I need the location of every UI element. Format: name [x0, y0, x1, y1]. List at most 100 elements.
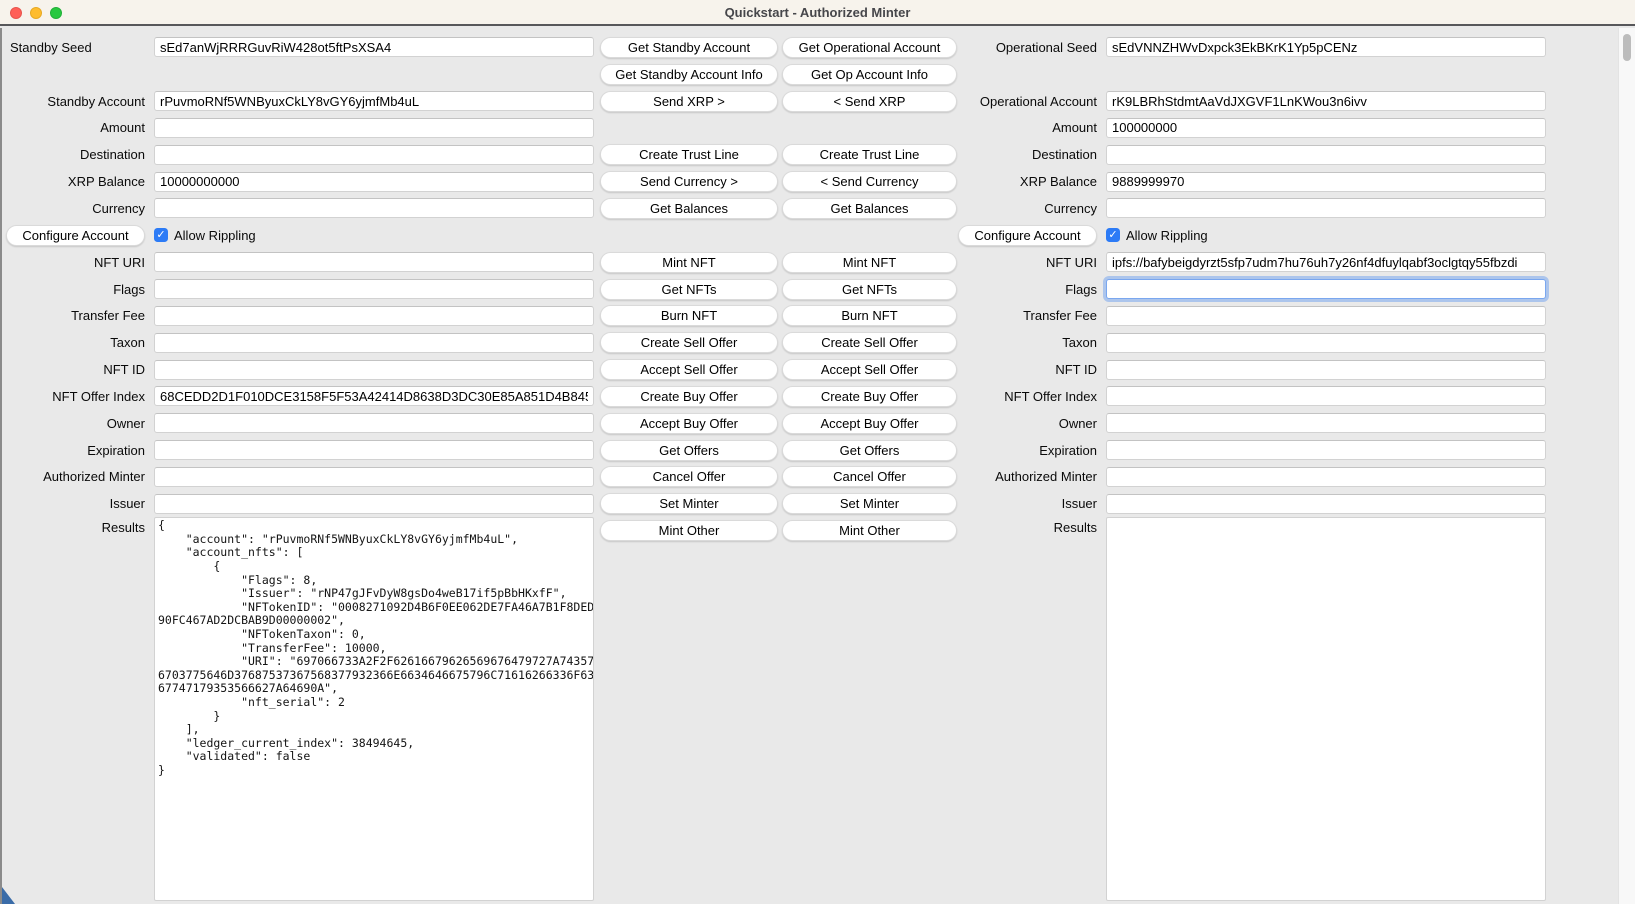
standby-get-offers-button[interactable]: Get Offers — [600, 440, 778, 461]
operational-flags-input[interactable] — [1106, 279, 1546, 299]
operational-account-input[interactable] — [1106, 91, 1546, 111]
operational-allow-rippling-checkbox[interactable]: ✓ — [1106, 228, 1120, 242]
operational-get-offers-button[interactable]: Get Offers — [782, 440, 957, 461]
operational-set-minter-button[interactable]: Set Minter — [782, 493, 957, 514]
operational-taxon-label: Taxon — [1062, 335, 1097, 350]
get-standby-account-button[interactable]: Get Standby Account — [600, 37, 778, 58]
get-standby-account-info-button[interactable]: Get Standby Account Info — [600, 64, 778, 85]
operational-send-currency-button[interactable]: < Send Currency — [782, 171, 957, 192]
standby-seed-label: Standby Seed — [10, 40, 92, 55]
close-button[interactable] — [10, 7, 22, 19]
get-operational-account-button[interactable]: Get Operational Account — [782, 37, 957, 58]
standby-buttons-column: Get Standby Account Get Standby Account … — [600, 28, 778, 544]
operational-issuer-input[interactable] — [1106, 494, 1546, 514]
standby-set-minter-button[interactable]: Set Minter — [600, 493, 778, 514]
standby-burn-nft-button[interactable]: Burn NFT — [600, 305, 778, 326]
standby-destination-input[interactable] — [154, 145, 594, 165]
standby-mint-nft-button[interactable]: Mint NFT — [600, 252, 778, 273]
standby-expiration-input[interactable] — [154, 440, 594, 460]
main-content: Standby Seed Standby Account Amount Dest… — [0, 28, 1635, 904]
standby-issuer-input[interactable] — [154, 494, 594, 514]
operational-transfer-fee-input[interactable] — [1106, 306, 1546, 326]
standby-currency-label: Currency — [92, 201, 145, 216]
standby-nft-uri-input[interactable] — [154, 252, 594, 272]
operational-destination-input[interactable] — [1106, 145, 1546, 165]
operational-mint-other-button[interactable]: Mint Other — [782, 520, 957, 541]
operational-expiration-input[interactable] — [1106, 440, 1546, 460]
window-title: Quickstart - Authorized Minter — [0, 5, 1635, 20]
standby-xrp-balance-label: XRP Balance — [68, 174, 145, 189]
operational-send-xrp-button[interactable]: < Send XRP — [782, 91, 957, 112]
operational-create-trust-line-button[interactable]: Create Trust Line — [782, 144, 957, 165]
operational-accept-buy-offer-button[interactable]: Accept Buy Offer — [782, 413, 957, 434]
operational-xrp-balance-input[interactable] — [1106, 172, 1546, 192]
operational-cancel-offer-button[interactable]: Cancel Offer — [782, 466, 957, 487]
standby-account-input[interactable] — [154, 91, 594, 111]
standby-currency-input[interactable] — [154, 198, 594, 218]
operational-seed-label: Operational Seed — [996, 40, 1097, 55]
operational-nft-id-input[interactable] — [1106, 360, 1546, 380]
operational-create-buy-offer-button[interactable]: Create Buy Offer — [782, 386, 957, 407]
operational-get-balances-button[interactable]: Get Balances — [782, 198, 957, 219]
operational-owner-input[interactable] — [1106, 413, 1546, 433]
standby-flags-label: Flags — [113, 282, 145, 297]
vertical-scrollbar[interactable] — [1618, 28, 1635, 904]
scrollbar-thumb[interactable] — [1623, 34, 1631, 61]
app-window: Quickstart - Authorized Minter Standby S… — [0, 0, 1635, 904]
standby-create-sell-offer-button[interactable]: Create Sell Offer — [600, 332, 778, 353]
standby-transfer-fee-input[interactable] — [154, 306, 594, 326]
operational-taxon-input[interactable] — [1106, 333, 1546, 353]
get-op-account-info-button[interactable]: Get Op Account Info — [782, 64, 957, 85]
operational-fields-column: ✓ Allow Rippling — [1106, 28, 1546, 901]
standby-transfer-fee-label: Transfer Fee — [71, 308, 145, 323]
standby-mint-other-button[interactable]: Mint Other — [600, 520, 778, 541]
standby-configure-account-button[interactable]: Configure Account — [6, 225, 145, 246]
standby-send-currency-button[interactable]: Send Currency > — [600, 171, 778, 192]
operational-create-sell-offer-button[interactable]: Create Sell Offer — [782, 332, 957, 353]
operational-accept-sell-offer-button[interactable]: Accept Sell Offer — [782, 359, 957, 380]
standby-seed-input[interactable] — [154, 37, 594, 57]
standby-flags-input[interactable] — [154, 279, 594, 299]
operational-mint-nft-button[interactable]: Mint NFT — [782, 252, 957, 273]
operational-burn-nft-button[interactable]: Burn NFT — [782, 305, 957, 326]
standby-nft-id-input[interactable] — [154, 360, 594, 380]
standby-owner-label: Owner — [107, 416, 145, 431]
operational-get-nfts-button[interactable]: Get NFTs — [782, 279, 957, 300]
standby-get-balances-button[interactable]: Get Balances — [600, 198, 778, 219]
standby-xrp-balance-input[interactable] — [154, 172, 594, 192]
operational-nft-uri-input[interactable] — [1106, 252, 1546, 272]
corner-triangle — [2, 887, 15, 904]
operational-account-label: Operational Account — [980, 94, 1097, 109]
operational-seed-input[interactable] — [1106, 37, 1546, 57]
operational-amount-input[interactable] — [1106, 118, 1546, 138]
standby-taxon-input[interactable] — [154, 333, 594, 353]
operational-allow-rippling-label: Allow Rippling — [1126, 228, 1208, 243]
operational-currency-input[interactable] — [1106, 198, 1546, 218]
titlebar: Quickstart - Authorized Minter — [0, 0, 1635, 26]
operational-xrp-balance-label: XRP Balance — [1020, 174, 1097, 189]
standby-accept-sell-offer-button[interactable]: Accept Sell Offer — [600, 359, 778, 380]
operational-nft-offer-index-input[interactable] — [1106, 386, 1546, 406]
operational-results-textarea[interactable] — [1106, 517, 1546, 901]
operational-authorized-minter-label: Authorized Minter — [995, 469, 1097, 484]
standby-send-xrp-button[interactable]: Send XRP > — [600, 91, 778, 112]
standby-authorized-minter-input[interactable] — [154, 467, 594, 487]
operational-configure-account-button[interactable]: Configure Account — [958, 225, 1097, 246]
standby-owner-input[interactable] — [154, 413, 594, 433]
standby-nft-offer-index-input[interactable] — [154, 386, 594, 406]
operational-nft-uri-label: NFT URI — [1046, 255, 1097, 270]
operational-authorized-minter-input[interactable] — [1106, 467, 1546, 487]
standby-get-nfts-button[interactable]: Get NFTs — [600, 279, 778, 300]
minimize-button[interactable] — [30, 7, 42, 19]
standby-create-trust-line-button[interactable]: Create Trust Line — [600, 144, 778, 165]
operational-destination-label: Destination — [1032, 147, 1097, 162]
standby-results-textarea[interactable]: { "account": "rPuvmoRNf5WNByuxCkLY8vGY6y… — [154, 517, 594, 901]
standby-cancel-offer-button[interactable]: Cancel Offer — [600, 466, 778, 487]
standby-allow-rippling-checkbox[interactable]: ✓ — [154, 228, 168, 242]
standby-accept-buy-offer-button[interactable]: Accept Buy Offer — [600, 413, 778, 434]
operational-amount-label: Amount — [1052, 120, 1097, 135]
standby-destination-label: Destination — [80, 147, 145, 162]
standby-amount-input[interactable] — [154, 118, 594, 138]
standby-create-buy-offer-button[interactable]: Create Buy Offer — [600, 386, 778, 407]
zoom-button[interactable] — [50, 7, 62, 19]
